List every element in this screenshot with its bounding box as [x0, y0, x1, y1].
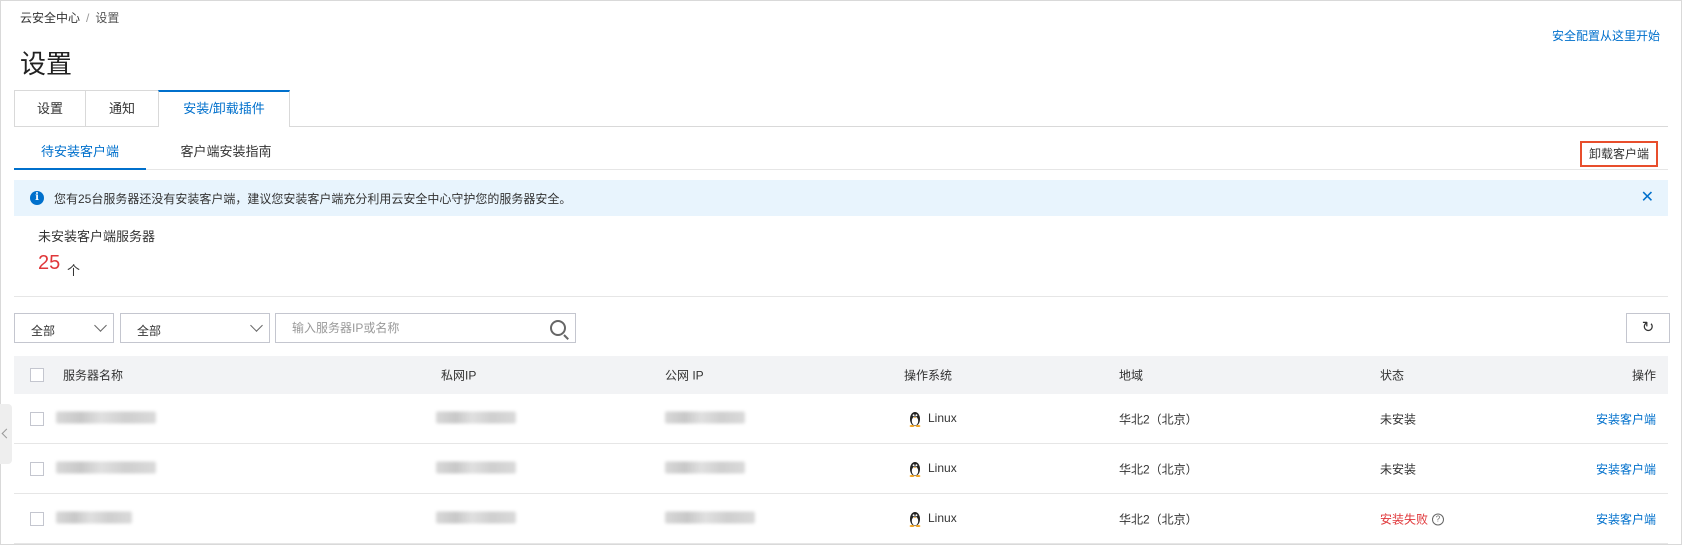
alert-text: 您有25台服务器还没有安装客户端，建议您安装客户端充分利用云安全中心守护您的服务… — [54, 192, 572, 206]
table-row: Linux 华北2（北京） 未安装 安装客户端 — [14, 394, 1668, 444]
tab-notifications[interactable]: 通知 — [85, 90, 159, 126]
uninstalled-servers-count: 25 — [38, 252, 61, 274]
public-ip-redacted — [665, 461, 745, 473]
table-row: Linux 华北2（北京） 安装失败? 安装客户端 — [14, 494, 1668, 544]
col-public-ip: 公网 IP — [665, 368, 704, 383]
uninstalled-servers-unit: 个 — [67, 263, 81, 278]
public-ip-redacted — [665, 411, 745, 423]
select-all-checkbox[interactable] — [30, 368, 44, 382]
table-header: 服务器名称 私网IP 公网 IP 操作系统 地域 状态 操作 — [14, 356, 1668, 394]
col-region: 地域 — [1119, 368, 1144, 383]
security-config-start-link[interactable]: 安全配置从这里开始 — [1552, 27, 1660, 44]
col-os: 操作系统 — [904, 368, 953, 383]
linux-penguin-icon — [909, 511, 921, 527]
info-alert: i 您有25台服务器还没有安装客户端，建议您安装客户端充分利用云安全中心守护您的… — [14, 180, 1668, 216]
search-icon[interactable] — [550, 320, 566, 336]
search-box — [275, 313, 576, 343]
uninstall-client-button[interactable]: 卸载客户端 — [1579, 141, 1658, 167]
private-ip-redacted — [436, 411, 516, 423]
close-icon[interactable]: ✕ — [1641, 187, 1654, 207]
chevron-down-icon — [250, 319, 263, 332]
status-cell: 未安装 — [1380, 412, 1417, 426]
filter-select-2[interactable]: 全部 — [120, 313, 270, 343]
linux-penguin-icon — [909, 461, 921, 477]
os-cell: Linux — [908, 511, 957, 527]
server-name-redacted — [56, 511, 132, 523]
filter-select-1[interactable]: 全部 — [14, 313, 114, 343]
install-client-link[interactable]: 安装客户端 — [1596, 460, 1656, 477]
col-private-ip: 私网IP — [441, 368, 477, 383]
help-icon[interactable]: ? — [1432, 513, 1445, 526]
status-cell: 未安装 — [1380, 462, 1417, 476]
private-ip-redacted — [436, 461, 516, 473]
os-name: Linux — [928, 460, 957, 475]
table-row: Linux 华北2（北京） 未安装 安装客户端 — [14, 444, 1668, 494]
servers-table: 服务器名称 私网IP 公网 IP 操作系统 地域 状态 操作 Linux 华北2… — [14, 356, 1668, 544]
breadcrumb-root[interactable]: 云安全中心 — [20, 11, 80, 25]
install-client-link[interactable]: 安装客户端 — [1596, 510, 1656, 527]
os-cell: Linux — [908, 411, 957, 427]
status-install-failed: 安装失败 — [1380, 512, 1429, 526]
col-action: 操作 — [1631, 368, 1656, 383]
sub-tabs: 待安装客户端 客户端安装指南 — [14, 140, 1668, 170]
sidebar-collapse-handle[interactable] — [0, 404, 12, 464]
filter-select-2-value: 全部 — [137, 324, 162, 338]
private-ip-redacted — [436, 511, 516, 523]
status-cell: 安装失败? — [1380, 510, 1445, 527]
row-checkbox[interactable] — [30, 511, 44, 526]
region-cell: 华北2（北京） — [1119, 462, 1198, 476]
subtab-pending-clients[interactable]: 待安装客户端 — [14, 140, 146, 170]
server-name-redacted — [56, 411, 156, 423]
refresh-button[interactable]: ↻ — [1626, 313, 1670, 343]
row-checkbox[interactable] — [30, 461, 44, 476]
region-cell: 华北2（北京） — [1119, 412, 1198, 426]
breadcrumb-separator: / — [86, 11, 90, 25]
tab-settings[interactable]: 设置 — [14, 90, 86, 126]
col-status: 状态 — [1380, 368, 1405, 383]
breadcrumb: 云安全中心 / 设置 — [20, 9, 119, 26]
subtab-install-guide[interactable]: 客户端安装指南 — [156, 140, 296, 168]
os-name: Linux — [928, 510, 957, 525]
filter-select-1-value: 全部 — [31, 324, 56, 338]
install-client-link[interactable]: 安装客户端 — [1596, 410, 1656, 427]
linux-penguin-icon — [909, 411, 921, 427]
tab-install-uninstall-plugin[interactable]: 安装/卸载插件 — [158, 90, 290, 127]
breadcrumb-current: 设置 — [95, 11, 120, 25]
region-cell: 华北2（北京） — [1119, 512, 1198, 526]
server-name-redacted — [56, 461, 156, 473]
main-tabs: 设置 通知 安装/卸载插件 — [14, 90, 1668, 127]
os-cell: Linux — [908, 461, 957, 477]
chevron-down-icon — [94, 319, 107, 332]
section-divider — [14, 296, 1668, 297]
public-ip-redacted — [665, 511, 755, 523]
uninstalled-servers-label: 未安装客户端服务器 — [38, 229, 156, 244]
row-checkbox[interactable] — [30, 411, 44, 426]
search-input[interactable] — [290, 320, 544, 336]
os-name: Linux — [928, 410, 957, 425]
page-title: 设置 — [20, 49, 73, 79]
info-icon: i — [30, 191, 44, 205]
col-server-name: 服务器名称 — [63, 368, 124, 383]
